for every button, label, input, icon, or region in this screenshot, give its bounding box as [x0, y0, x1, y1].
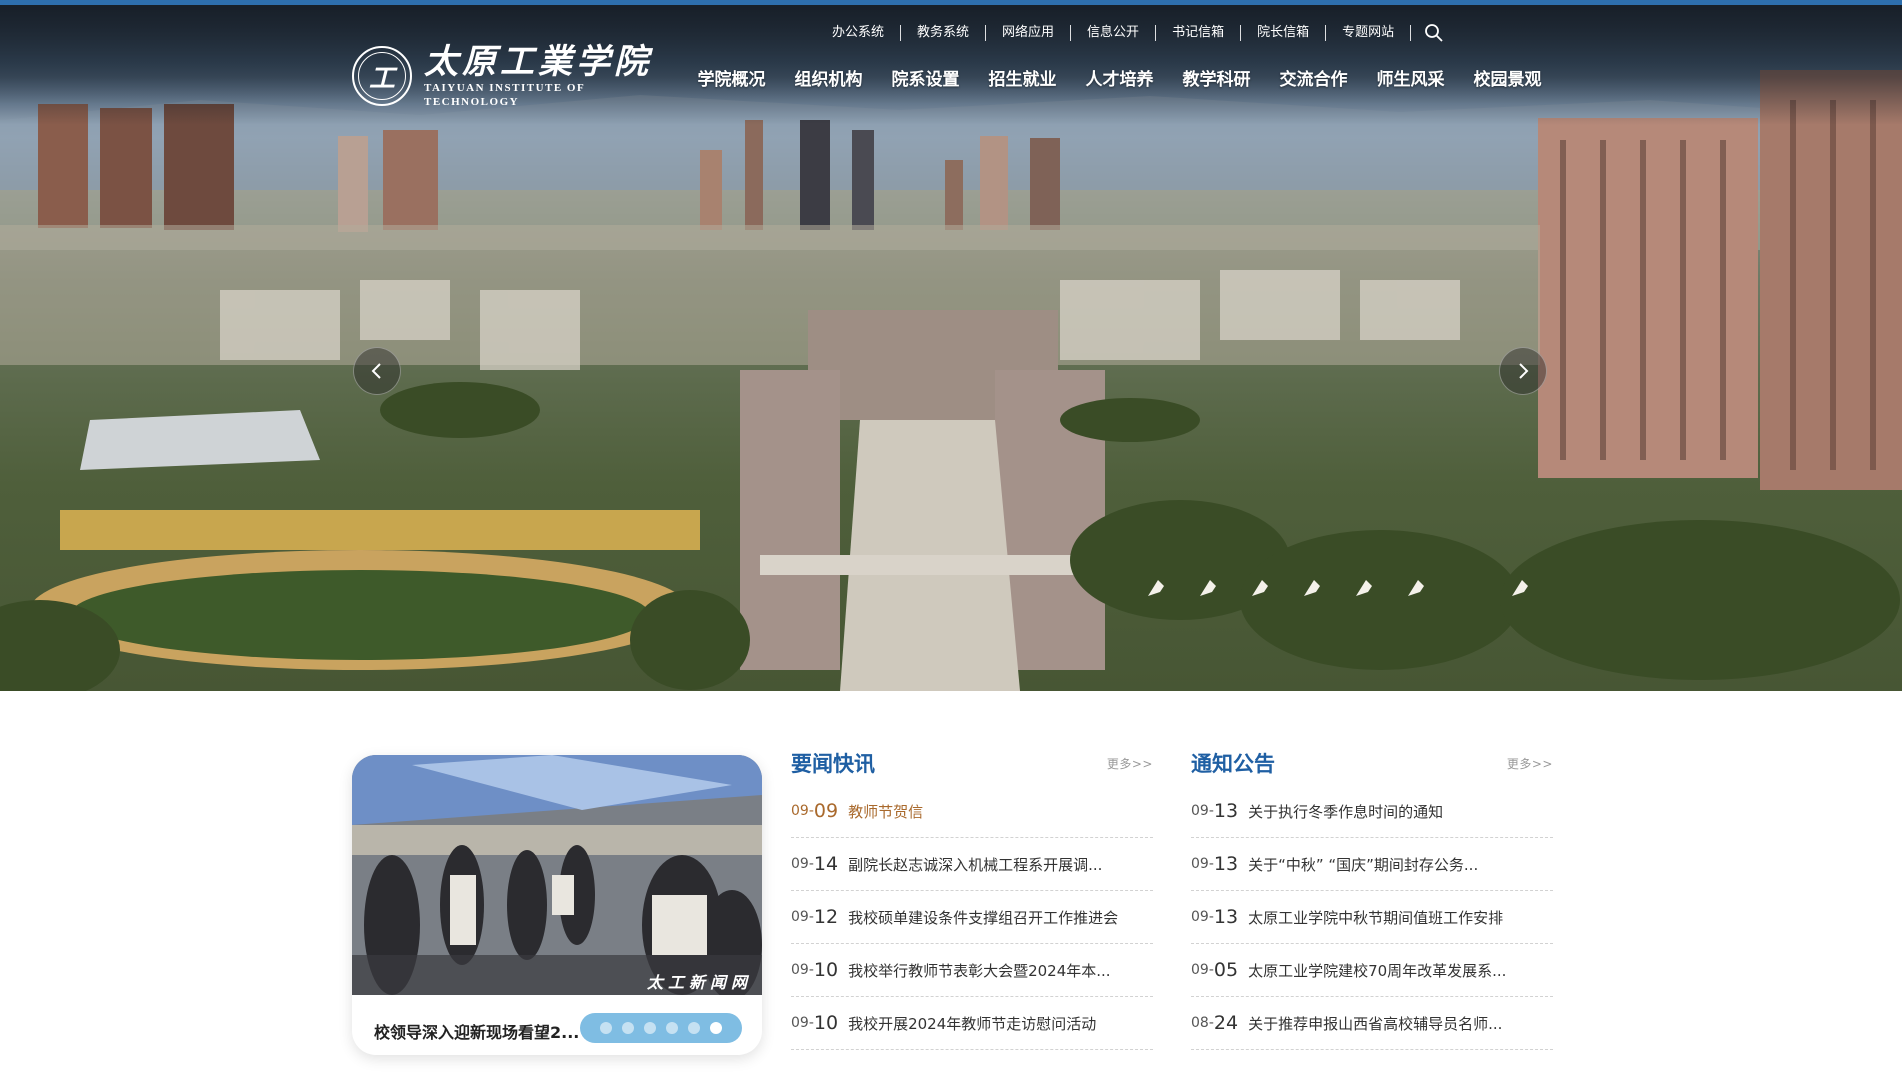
util-link-president-mailbox[interactable]: 院长信箱: [1241, 25, 1327, 41]
notice-item-month: 09-: [1191, 962, 1214, 978]
notices-section: 通知公告 更多>> 09- 13 关于执行冬季作息时间的通知 09- 13 关于…: [1191, 745, 1553, 1050]
news-item-title: 我校开展2024年教师节走访慰问活动: [848, 1014, 1097, 1033]
notice-item[interactable]: 09- 05 太原工业学院建校70周年改革发展系...: [1191, 944, 1553, 997]
search-button[interactable]: [1417, 22, 1451, 44]
util-link-office[interactable]: 办公系统: [816, 25, 902, 41]
search-icon: [1425, 24, 1443, 42]
news-item-title: 教师节贺信: [848, 802, 924, 821]
nav-item-departments[interactable]: 院系设置: [877, 66, 974, 94]
nav-item-campus[interactable]: 校园景观: [1459, 66, 1556, 94]
nav-item-admissions[interactable]: 招生就业: [974, 66, 1071, 94]
news-item-day: 10: [813, 959, 839, 981]
notices-title: 通知公告: [1191, 752, 1275, 776]
news-item-day: 09: [813, 800, 839, 822]
news-more-link[interactable]: 更多>>: [1107, 755, 1153, 772]
pager-dot[interactable]: [688, 1022, 700, 1034]
news-item-title: 副院长赵志诚深入机械工程系开展调...: [848, 855, 1103, 874]
logo-chinese-name: 太原工業学院: [424, 42, 652, 82]
photo-news-card[interactable]: 太工新闻网: [352, 755, 762, 1055]
news-item-title: 我校硕单建设条件支撑组召开工作推进会: [848, 908, 1119, 927]
nav-item-overview[interactable]: 学院概况: [683, 66, 780, 94]
hero-banner: 工 太原工業学院 TAIYUAN INSTITUTE OF TECHNOLOGY…: [0, 0, 1902, 691]
logo-text: 太原工業学院 TAIYUAN INSTITUTE OF TECHNOLOGY: [424, 43, 652, 109]
notice-item-month: 08-: [1191, 1015, 1214, 1031]
news-item[interactable]: 09- 10 我校开展2024年教师节走访慰问活动: [791, 997, 1153, 1050]
chevron-right-icon: [1519, 363, 1529, 379]
site-logo[interactable]: 工 太原工業学院 TAIYUAN INSTITUTE OF TECHNOLOGY: [352, 43, 652, 109]
logo-seal-glyph: 工: [358, 52, 406, 100]
utility-nav: 办公系统 教务系统 网络应用 信息公开 书记信箱 院长信箱 专题网站: [816, 22, 1451, 44]
pager-dot[interactable]: [644, 1022, 656, 1034]
nav-item-people[interactable]: 师生风采: [1362, 66, 1459, 94]
news-item-day: 10: [813, 1012, 839, 1034]
chevron-left-icon: [371, 363, 381, 379]
main-nav: 学院概况 组织机构 院系设置 招生就业 人才培养 教学科研 交流合作 师生风采 …: [683, 66, 1556, 94]
util-link-secretary-mailbox[interactable]: 书记信箱: [1156, 25, 1242, 41]
notice-item-title: 太原工业学院建校70周年改革发展系...: [1248, 961, 1507, 980]
news-item-month: 09-: [791, 803, 814, 819]
pager-dot[interactable]: [600, 1022, 612, 1034]
news-item-month: 09-: [791, 909, 814, 925]
util-link-disclosure[interactable]: 信息公开: [1071, 25, 1157, 41]
notices-header: 通知公告 更多>>: [1191, 745, 1553, 781]
notice-item-day: 05: [1213, 959, 1239, 981]
slider-prev-button[interactable]: [353, 347, 401, 395]
news-item[interactable]: 09- 09 教师节贺信: [791, 785, 1153, 838]
pager-dot[interactable]: [666, 1022, 678, 1034]
news-item-month: 09-: [791, 856, 814, 872]
util-link-topics[interactable]: 专题网站: [1326, 25, 1412, 41]
notice-item-title: 关于推荐申报山西省高校辅导员名师...: [1248, 1014, 1503, 1033]
notice-item-month: 09-: [1191, 909, 1214, 925]
photo-news-pager: [580, 1013, 742, 1043]
notice-item-title: 太原工业学院中秋节期间值班工作安排: [1248, 908, 1504, 927]
news-item[interactable]: 09- 10 我校举行教师节表彰大会暨2024年本...: [791, 944, 1153, 997]
news-item[interactable]: 09- 14 副院长赵志诚深入机械工程系开展调...: [791, 838, 1153, 891]
news-item-day: 14: [813, 853, 839, 875]
pager-dot[interactable]: [622, 1022, 634, 1034]
news-item[interactable]: 09- 12 我校硕单建设条件支撑组召开工作推进会: [791, 891, 1153, 944]
notice-item[interactable]: 09- 13 太原工业学院中秋节期间值班工作安排: [1191, 891, 1553, 944]
nav-item-education[interactable]: 人才培养: [1071, 66, 1168, 94]
util-link-academic[interactable]: 教务系统: [901, 25, 987, 41]
notice-item[interactable]: 08- 24 关于推荐申报山西省高校辅导员名师...: [1191, 997, 1553, 1050]
logo-english-name: TAIYUAN INSTITUTE OF TECHNOLOGY: [424, 82, 585, 108]
news-photo[interactable]: [352, 755, 762, 995]
notice-item-month: 09-: [1191, 803, 1214, 819]
news-item-month: 09-: [791, 962, 814, 978]
nav-item-cooperation[interactable]: 交流合作: [1265, 66, 1362, 94]
notice-item-title: 关于执行冬季作息时间的通知: [1248, 802, 1444, 821]
news-item-month: 09-: [791, 1015, 814, 1031]
notice-item[interactable]: 09- 13 关于“中秋” “国庆”期间封存公务...: [1191, 838, 1553, 891]
news-title: 要闻快讯: [791, 752, 875, 776]
notice-item-day: 13: [1213, 800, 1239, 822]
news-list: 09- 09 教师节贺信 09- 14 副院长赵志诚深入机械工程系开展调... …: [791, 785, 1153, 1050]
photo-watermark: 太工新闻网: [646, 973, 752, 992]
nav-item-research[interactable]: 教学科研: [1168, 66, 1265, 94]
photo-news-caption[interactable]: 校领导深入迎新现场看望2...: [374, 1019, 579, 1043]
notice-item-day: 13: [1213, 853, 1239, 875]
notice-item-month: 09-: [1191, 856, 1214, 872]
pager-dot-active[interactable]: [710, 1022, 722, 1034]
nav-item-organization[interactable]: 组织机构: [780, 66, 877, 94]
util-link-network[interactable]: 网络应用: [986, 25, 1072, 41]
news-header: 要闻快讯 更多>>: [791, 745, 1153, 781]
news-item-day: 12: [813, 906, 839, 928]
notices-list: 09- 13 关于执行冬季作息时间的通知 09- 13 关于“中秋” “国庆”期…: [1191, 785, 1553, 1050]
news-section: 要闻快讯 更多>> 09- 09 教师节贺信 09- 14 副院长赵志诚深入机械…: [791, 745, 1153, 1050]
notice-item-day: 13: [1213, 906, 1239, 928]
logo-seal-icon: 工: [352, 46, 412, 106]
notice-item-title: 关于“中秋” “国庆”期间封存公务...: [1248, 855, 1479, 874]
notice-item[interactable]: 09- 13 关于执行冬季作息时间的通知: [1191, 785, 1553, 838]
news-item-title: 我校举行教师节表彰大会暨2024年本...: [848, 961, 1111, 980]
notices-more-link[interactable]: 更多>>: [1507, 755, 1553, 772]
notice-item-day: 24: [1213, 1012, 1239, 1034]
slider-next-button[interactable]: [1499, 347, 1547, 395]
